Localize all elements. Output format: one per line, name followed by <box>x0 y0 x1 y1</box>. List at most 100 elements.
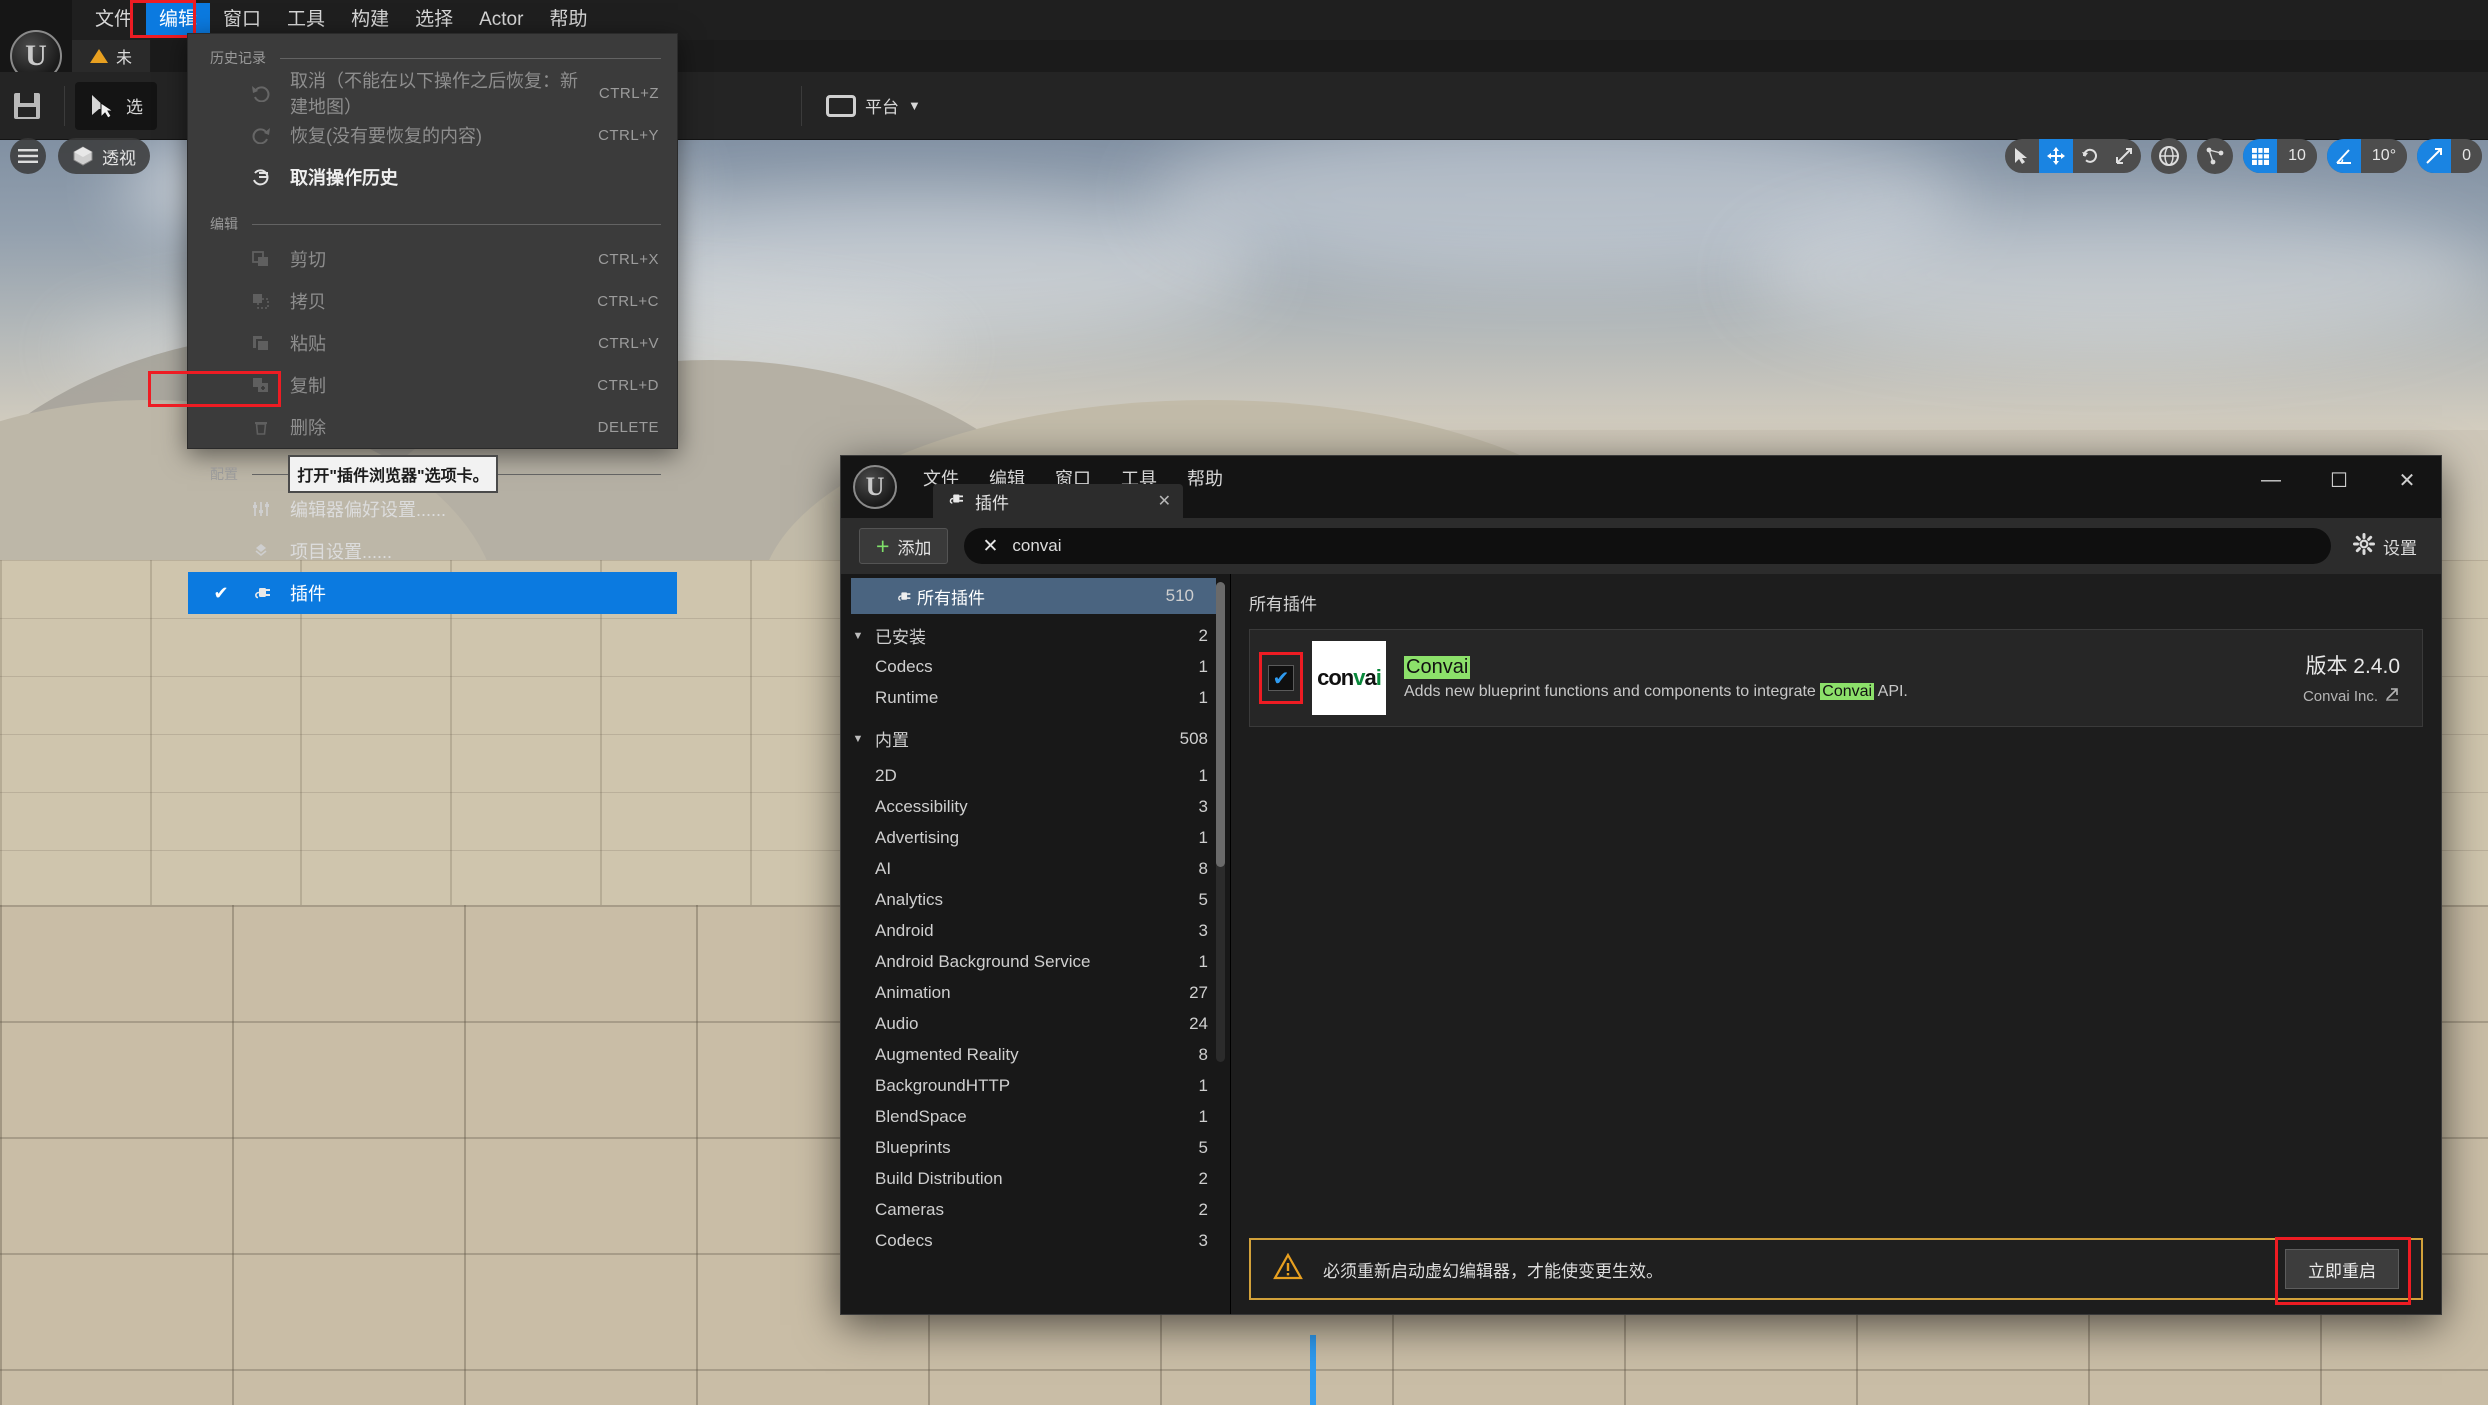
category-count: 2 <box>1198 1199 1208 1219</box>
menu-actor[interactable]: Actor <box>466 3 536 37</box>
category-scrollbar-thumb[interactable] <box>1216 582 1225 867</box>
menu-item-paste[interactable]: 粘贴 CTRL+V <box>188 322 677 364</box>
grid-snap-value[interactable]: 10 <box>2277 139 2317 173</box>
plugins-list-panel: 所有插件 ✔ convai Convai Adds new blueprint … <box>1231 574 2441 1314</box>
category-advertising[interactable]: Advertising 1 <box>841 822 1230 853</box>
plugins-tab[interactable]: 插件 ✕ <box>933 484 1183 518</box>
annotation-box-checkbox <box>1259 652 1303 704</box>
menu-tools[interactable]: 工具 <box>274 3 338 37</box>
category-build-distribution[interactable]: Build Distribution 2 <box>841 1163 1230 1194</box>
category-installed[interactable]: ▼ 已安装 2 <box>841 620 1230 651</box>
select-tool-icon[interactable] <box>2005 139 2039 173</box>
category-backgroundhttp[interactable]: BackgroundHTTP 1 <box>841 1070 1230 1101</box>
category-android[interactable]: Android 3 <box>841 915 1230 946</box>
menu-item-editor-preferences[interactable]: 编辑器偏好设置...... <box>188 488 677 530</box>
category-builtin-label: 内置 <box>875 731 909 750</box>
menu-item-copy[interactable]: 拷贝 CTRL+C <box>188 280 677 322</box>
surface-snap-icon[interactable] <box>2197 138 2234 174</box>
grid-snap-icon[interactable] <box>2243 139 2278 173</box>
menu-item-cut[interactable]: 剪切 CTRL+X <box>188 238 677 280</box>
add-plugin-label: 添加 <box>897 538 932 558</box>
category-accessibility[interactable]: Accessibility 3 <box>841 791 1230 822</box>
plus-icon: + <box>876 533 890 559</box>
category-label: Build Distribution <box>875 1168 1003 1188</box>
category-animation[interactable]: Animation 27 <box>841 977 1230 1008</box>
category-label: Codecs <box>875 1230 933 1250</box>
menu-item-plugins-label: 插件 <box>290 584 326 604</box>
category-analytics[interactable]: Analytics 5 <box>841 884 1230 915</box>
category-android-background-service[interactable]: Android Background Service 1 <box>841 946 1230 977</box>
menu-edit[interactable]: 编辑 <box>146 3 211 37</box>
maximize-button[interactable]: ☐ <box>2305 456 2373 504</box>
menu-help[interactable]: 帮助 <box>536 3 600 37</box>
category-count: 3 <box>1198 1230 1208 1250</box>
perspective-selector[interactable]: 透视 <box>58 138 150 174</box>
pw-menu-help[interactable]: 帮助 <box>1177 462 1233 494</box>
player-start-marker <box>1310 1335 1316 1405</box>
category-blueprints[interactable]: Blueprints 5 <box>841 1132 1230 1163</box>
plugin-thumbnail: convai <box>1312 641 1386 715</box>
plugin-card-convai[interactable]: ✔ convai Convai Adds new blueprint funct… <box>1249 629 2423 727</box>
category-all-plugins[interactable]: 所有插件 510 <box>851 578 1216 614</box>
category-audio[interactable]: Audio 24 <box>841 1008 1230 1039</box>
category-label: BackgroundHTTP <box>875 1075 1011 1095</box>
rotate-tool-icon[interactable] <box>2073 139 2107 173</box>
menu-build[interactable]: 构建 <box>338 3 402 37</box>
select-mode-button[interactable]: 选 <box>75 81 157 130</box>
menu-item-delete[interactable]: 删除 DELETE <box>188 406 677 448</box>
menu-item-project-settings[interactable]: 项目设置...... <box>188 530 677 572</box>
category-label: Android Background Service <box>875 951 1091 971</box>
save-button[interactable] <box>0 82 54 130</box>
angle-snap-icon[interactable] <box>2326 139 2361 173</box>
external-link-icon[interactable] <box>2384 686 2400 706</box>
plugin-search-input[interactable]: ✕ convai <box>964 528 2331 564</box>
category-installed-codecs[interactable]: Codecs 1 <box>841 651 1230 682</box>
scale-snap-value[interactable]: 0 <box>2451 139 2482 173</box>
section-edit-header: 编辑 <box>188 208 677 238</box>
annotation-box-restart-button <box>2275 1237 2411 1305</box>
category-codecs[interactable]: Codecs 3 <box>841 1225 1230 1256</box>
close-icon[interactable]: ✕ <box>1158 491 1171 511</box>
category-ai[interactable]: AI 8 <box>841 853 1230 884</box>
move-tool-icon[interactable] <box>2039 139 2074 173</box>
viewport-menu-icon[interactable] <box>10 138 46 174</box>
menu-item-paste-shortcut: CTRL+V <box>598 334 659 352</box>
angle-snap-value[interactable]: 10° <box>2360 139 2408 173</box>
category-label: Advertising <box>875 827 960 847</box>
category-label: AI <box>875 858 892 878</box>
category-builtin[interactable]: ▼ 内置 508 <box>841 723 1230 754</box>
category-2d[interactable]: 2D 1 <box>841 760 1230 791</box>
scale-tool-icon[interactable] <box>2107 139 2141 173</box>
platform-button[interactable]: 平台 ▼ <box>812 82 935 130</box>
level-tab[interactable]: 未 <box>72 40 151 72</box>
menu-item-plugins[interactable]: ✔ 插件 <box>188 572 677 614</box>
menu-item-redo[interactable]: 恢复(没有要恢复的内容) CTRL+Y <box>188 114 677 156</box>
paste-icon <box>248 332 274 354</box>
category-cameras[interactable]: Cameras 2 <box>841 1194 1230 1225</box>
menu-select[interactable]: 选择 <box>402 3 466 37</box>
plugins-window-logo: U <box>841 456 909 518</box>
menu-item-undo[interactable]: 取消（不能在以下操作之后恢复：新建地图） CTRL+Z <box>188 71 677 117</box>
restart-message: 必须重新启动虚幻编辑器，才能使变更生效。 <box>1323 1261 1663 1281</box>
category-count: 5 <box>1198 1137 1208 1157</box>
category-augmented-reality[interactable]: Augmented Reality 8 <box>841 1039 1230 1070</box>
menu-item-undo-history[interactable]: 取消操作历史 <box>188 156 677 198</box>
plugins-tooltip: 打开"插件浏览器"选项卡。 <box>288 455 498 493</box>
menu-file[interactable]: 文件 <box>82 3 146 37</box>
menu-window[interactable]: 窗口 <box>210 3 274 37</box>
world-coordinate-icon[interactable] <box>2151 138 2188 174</box>
chevron-down-icon[interactable]: ▼ <box>841 733 875 745</box>
minimize-button[interactable]: — <box>2237 456 2305 504</box>
x-icon[interactable]: ✕ <box>982 535 998 558</box>
plugins-category-panel: 所有插件 510 ▼ 已安装 2 Codecs 1 Runtime 1 ▼ 内置… <box>841 574 1231 1314</box>
chevron-down-icon[interactable]: ▼ <box>841 630 875 642</box>
settings-button[interactable]: 设置 <box>2347 532 2423 560</box>
restart-required-bar: 必须重新启动虚幻编辑器，才能使变更生效。 立即重启 <box>1249 1237 2423 1305</box>
scale-snap-icon[interactable] <box>2417 139 2452 173</box>
menu-item-duplicate[interactable]: 复制 CTRL+D <box>188 364 677 406</box>
plugin-description: Adds new blueprint functions and compone… <box>1404 682 2285 701</box>
category-blendspace[interactable]: BlendSpace 1 <box>841 1101 1230 1132</box>
category-installed-runtime[interactable]: Runtime 1 <box>841 682 1230 713</box>
add-plugin-button[interactable]: + 添加 <box>859 528 949 564</box>
close-button[interactable]: ✕ <box>2373 456 2441 504</box>
